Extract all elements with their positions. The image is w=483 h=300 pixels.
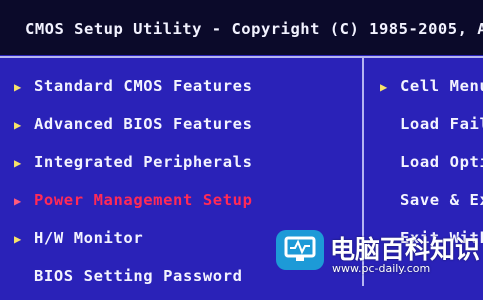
watermark-url: www.pc-daily.com bbox=[332, 262, 431, 275]
menu-item-advanced-bios-features[interactable]: ▶ Advanced BIOS Features bbox=[14, 110, 354, 148]
monitor-pulse-icon bbox=[276, 230, 324, 270]
arrow-icon: ▶ bbox=[14, 232, 22, 246]
menu-item-label: Cell Menu bbox=[400, 77, 483, 95]
arrow-icon: ▶ bbox=[380, 80, 388, 94]
menu-item-integrated-peripherals[interactable]: ▶ Integrated Peripherals bbox=[14, 148, 354, 186]
header-bar: CMOS Setup Utility - Copyright (C) 1985-… bbox=[0, 0, 483, 55]
arrow-icon: ▶ bbox=[14, 156, 22, 170]
menu-item-label: Save & Exit bbox=[400, 191, 483, 209]
header-title: CMOS Setup Utility - Copyright (C) 1985-… bbox=[25, 20, 483, 38]
menu-item-load-optimized[interactable]: Load Optimized bbox=[380, 148, 483, 186]
watermark: 电脑百科知识 www.pc-daily.com bbox=[272, 218, 483, 286]
menu-item-label: Load Optimized bbox=[400, 153, 483, 171]
menu-item-label: Load Fail-Safe bbox=[400, 115, 483, 133]
menu-item-label: Advanced BIOS Features bbox=[34, 115, 253, 133]
watermark-title: 电脑百科知识 bbox=[330, 235, 481, 264]
menu-item-label: Integrated Peripherals bbox=[34, 153, 253, 171]
arrow-icon: ▶ bbox=[14, 80, 22, 94]
menu-item-cell-menu[interactable]: ▶ Cell Menu bbox=[380, 72, 483, 110]
menu-item-load-fail-safe[interactable]: Load Fail-Safe bbox=[380, 110, 483, 148]
menu-item-label: Standard CMOS Features bbox=[34, 77, 253, 95]
arrow-icon: ▶ bbox=[14, 194, 22, 208]
menu-item-label: Power Management Setup bbox=[34, 191, 253, 209]
menu-item-standard-cmos-features[interactable]: ▶ Standard CMOS Features bbox=[14, 72, 354, 110]
menu-item-label: BIOS Setting Password bbox=[34, 267, 243, 285]
arrow-icon: ▶ bbox=[14, 118, 22, 132]
menu-item-label: H/W Monitor bbox=[34, 229, 144, 247]
horizontal-divider bbox=[0, 56, 483, 58]
